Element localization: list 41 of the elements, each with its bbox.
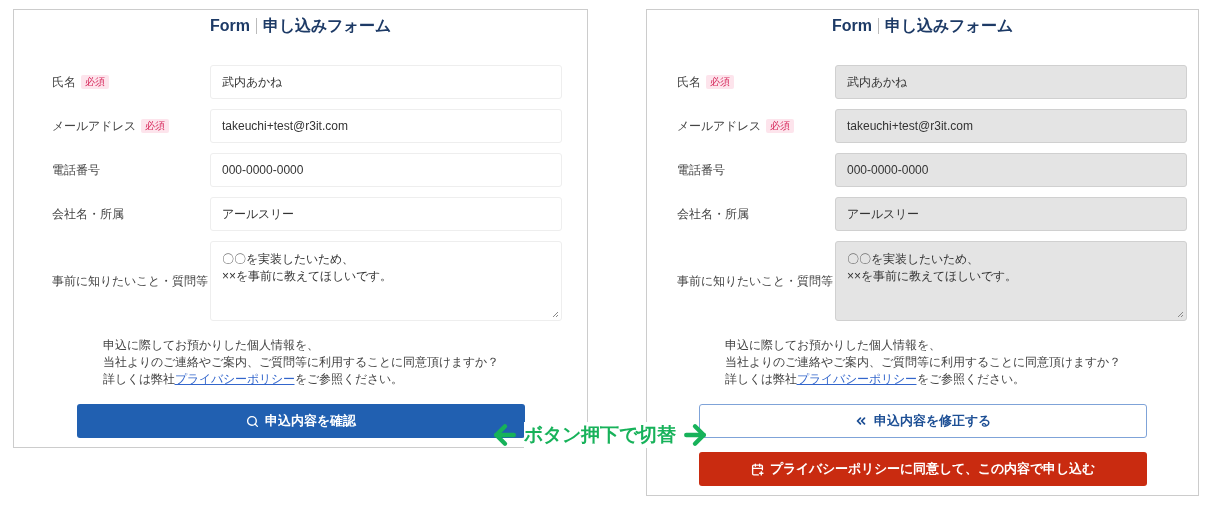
resize-grip-icon[interactable] — [1177, 311, 1184, 318]
input-field[interactable]: takeuchi+test@r3it.com — [210, 109, 562, 143]
field-label: メールアドレス — [52, 117, 136, 135]
textarea-field[interactable]: 〇〇を実装したいため、 ××を事前に教えてほしいです。 — [835, 241, 1187, 321]
input-field[interactable]: 武内あかね — [835, 65, 1187, 99]
field-label: 氏名 — [52, 73, 76, 91]
calendar-plus-icon — [750, 462, 764, 476]
field-label: 事前に知りたいこと・質問等 — [677, 272, 833, 290]
field-label: メールアドレス — [677, 117, 761, 135]
resize-grip-icon[interactable] — [552, 311, 559, 318]
input-field[interactable]: アールスリー — [210, 197, 562, 231]
chevrons-left-icon — [854, 414, 868, 428]
field-label: 事前に知りたいこと・質問等 — [52, 272, 208, 290]
edit-button[interactable]: 申込内容を修正する — [698, 404, 1147, 438]
required-badge: 必須 — [706, 75, 734, 89]
form-title: 申し込みフォーム — [263, 15, 391, 36]
field-label: 氏名 — [677, 73, 701, 91]
search-icon — [245, 414, 259, 428]
submit-button[interactable]: プライバシーポリシーに同意して、この内容で申し込む — [698, 452, 1147, 486]
required-badge: 必須 — [81, 75, 109, 89]
input-field[interactable]: 000-0000-0000 — [835, 153, 1187, 187]
form-title: 申し込みフォーム — [885, 15, 1013, 36]
privacy-policy-link[interactable]: プライバシーポリシー — [174, 372, 295, 386]
field-label: 電話番号 — [52, 161, 100, 179]
required-badge: 必須 — [766, 119, 794, 133]
required-badge: 必須 — [141, 119, 169, 133]
field-label: 電話番号 — [677, 161, 725, 179]
input-field[interactable]: takeuchi+test@r3it.com — [835, 109, 1187, 143]
textarea-field[interactable]: 〇〇を実装したいため、 ××を事前に教えてほしいです。 — [210, 241, 562, 321]
input-field[interactable]: アールスリー — [835, 197, 1187, 231]
annotation-text: ボタン押下で切替 — [524, 422, 676, 448]
input-field[interactable]: 武内あかね — [210, 65, 562, 99]
field-label: 会社名・所属 — [677, 205, 749, 223]
privacy-notice: 申込に際してお預かりした個人情報を、 当社よりのご連絡やご案内、ご質問等に利用することに同意頂けますか？ 詳しくは弊社プライバシーポリシーをご参照ください。 — [724, 337, 1121, 388]
form-title: Form — [210, 17, 250, 35]
form-title: Form — [832, 17, 872, 35]
privacy-policy-link[interactable]: プライバシーポリシー — [796, 372, 917, 386]
input-field[interactable]: 000-0000-0000 — [210, 153, 562, 187]
field-label: 会社名・所属 — [52, 205, 124, 223]
privacy-notice: 申込に際してお預かりした個人情報を、 当社よりのご連絡やご案内、ご質問等に利用することに同意頂けますか？ 詳しくは弊社プライバシーポリシーをご参照ください。 — [102, 337, 499, 388]
confirm-button[interactable]: 申込内容を確認 — [76, 404, 525, 438]
